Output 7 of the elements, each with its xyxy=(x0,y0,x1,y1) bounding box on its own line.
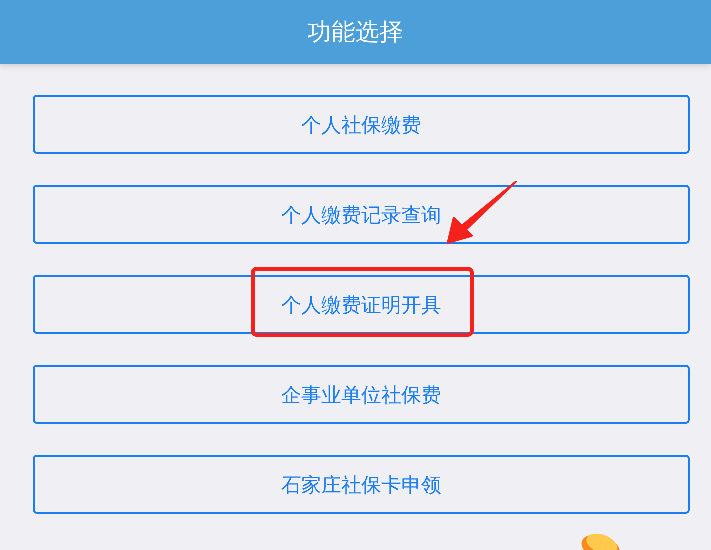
pointer-arrow xyxy=(446,181,516,244)
header-title: 功能选择 xyxy=(308,17,404,48)
menu-button[interactable]: 石家庄社保卡申领 xyxy=(33,455,690,514)
menu-button[interactable]: 企事业单位社保费 xyxy=(33,365,690,424)
menu-button[interactable]: 个人社保缴费 xyxy=(33,95,690,154)
menu-button[interactable]: 个人缴费记录查询 xyxy=(33,185,690,244)
menu-button[interactable]: 个人缴费证明开具 xyxy=(33,275,690,334)
